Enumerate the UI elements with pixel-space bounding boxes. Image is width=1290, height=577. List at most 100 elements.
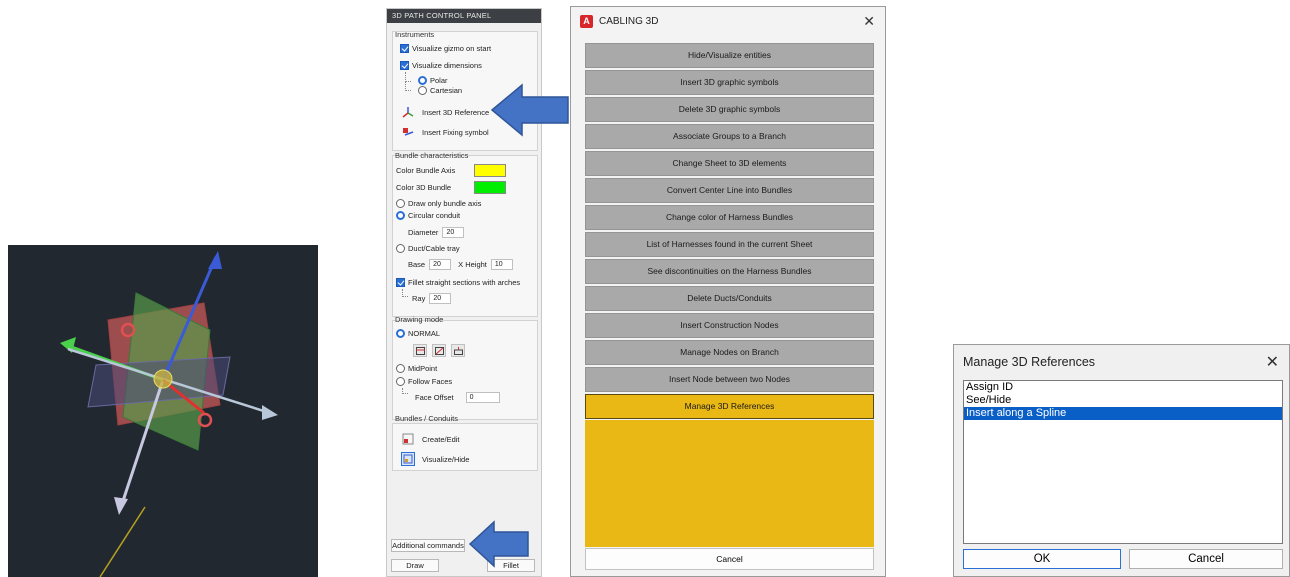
visualize-hide-button[interactable]: Visualize/Hide [401, 452, 469, 466]
command-button[interactable]: Insert Node between two Nodes [585, 367, 874, 392]
face-offset-row: Face Offset 0 [415, 392, 500, 403]
tree-connector [402, 289, 408, 297]
bundles-conduits-title: Bundles / Conduits [395, 414, 458, 423]
base-label: Base [408, 260, 426, 269]
height-label: X Height [458, 260, 487, 269]
selection-highlight-area [585, 420, 874, 547]
checkbox-checked-icon [396, 278, 405, 287]
visualize-dimensions-checkbox[interactable]: Visualize dimensions [400, 61, 482, 70]
command-button[interactable]: Insert 3D graphic symbols [585, 70, 874, 95]
fillet-label: Fillet straight sections with arches [408, 278, 521, 287]
base-input[interactable]: 20 [429, 259, 452, 270]
face-offset-input[interactable]: 0 [465, 392, 500, 403]
base-height-row: Base 20 X Height 10 [408, 259, 513, 270]
command-button[interactable]: See discontinuities on the Harness Bundl… [585, 259, 874, 284]
ray-label: Ray [412, 294, 426, 303]
command-button[interactable]: Delete Ducts/Conduits [585, 286, 874, 311]
duct-cable-tray-radio[interactable]: Duct/Cable tray [396, 244, 460, 253]
command-button[interactable]: Associate Groups to a Branch [585, 124, 874, 149]
radio-unselected-icon [418, 86, 427, 95]
manage-refs-title-bar: Manage 3D References [954, 345, 1289, 379]
3d-viewport[interactable] [8, 245, 318, 577]
create-edit-icon [401, 432, 415, 446]
visualize-gizmo-checkbox[interactable]: Visualize gizmo on start [400, 44, 491, 53]
color-bundle-axis-swatch[interactable] [474, 164, 506, 177]
cancel-button[interactable]: Cancel [1129, 549, 1283, 569]
close-icon[interactable]: ✕ [863, 13, 875, 30]
diameter-input[interactable]: 20 [442, 227, 465, 238]
create-edit-button[interactable]: Create/Edit [401, 432, 460, 446]
diameter-label: Diameter [408, 228, 439, 237]
visualize-hide-icon [401, 452, 415, 466]
tree-connector [402, 388, 408, 394]
command-button[interactable]: Manage Nodes on Branch [585, 340, 874, 365]
radio-selected-icon [396, 211, 405, 220]
list-item[interactable]: See/Hide [964, 394, 1282, 407]
insert-3d-reference-button[interactable]: Insert 3D Reference [401, 105, 489, 119]
cabling-title: CABLING 3D [599, 15, 659, 27]
follow-faces-radio[interactable]: Follow Faces [396, 377, 452, 386]
cabling-3d-dialog: A CABLING 3D ✕ Hide/Visualize entities In… [570, 6, 886, 577]
normal-mode-label: NORMAL [408, 329, 441, 338]
draw-only-axis-radio[interactable]: Draw only bundle axis [396, 199, 481, 208]
ray-row: Ray 20 [412, 293, 452, 304]
height-input[interactable]: 10 [490, 259, 513, 270]
z-arrowhead [208, 251, 222, 269]
insert-fixing-symbol-label: Insert Fixing symbol [422, 127, 489, 137]
command-button[interactable]: Change color of Harness Bundles [585, 205, 874, 230]
list-item[interactable]: Assign ID [964, 381, 1282, 394]
axes-icon [401, 105, 415, 119]
diagonal-tool-icon[interactable] [432, 344, 446, 357]
command-button[interactable]: Manage 3D References [585, 394, 874, 419]
command-button[interactable]: Insert Construction Nodes [585, 313, 874, 338]
ok-button[interactable]: OK [963, 549, 1121, 569]
command-button[interactable]: Hide/Visualize entities [585, 43, 874, 68]
x-arrowhead [262, 405, 278, 420]
cancel-button[interactable]: Cancel [585, 548, 874, 570]
color-3d-bundle-swatch[interactable] [474, 181, 506, 194]
radio-unselected-icon [396, 244, 405, 253]
gizmo-illustration [60, 251, 278, 577]
midpoint-radio[interactable]: MidPoint [396, 364, 437, 373]
center-sphere [153, 369, 173, 389]
app-logo-icon: A [580, 14, 593, 28]
color-bundle-axis-label: Color Bundle Axis [396, 166, 456, 175]
diameter-row: Diameter 20 [408, 227, 465, 238]
level-tool-icon[interactable] [451, 344, 465, 357]
manage-refs-title: Manage 3D References [963, 355, 1096, 369]
list-item[interactable]: Insert along a Spline [964, 407, 1282, 420]
left-arrow-icon [490, 83, 569, 137]
radio-selected-icon [418, 76, 427, 85]
instruments-group-title: Instruments [395, 30, 435, 39]
cartesian-radio[interactable]: Cartesian [418, 86, 462, 95]
command-button[interactable]: Delete 3D graphic symbols [585, 97, 874, 122]
orthogonal-tool-icon[interactable] [413, 344, 427, 357]
bundle-axis-line [99, 506, 146, 577]
insert-fixing-symbol-button[interactable]: Insert Fixing symbol [401, 125, 489, 139]
ray-input[interactable]: 20 [429, 293, 452, 304]
command-button[interactable]: Change Sheet to 3D elements [585, 151, 874, 176]
normal-mode-radio[interactable]: NORMAL [396, 329, 440, 338]
polar-radio[interactable]: Polar [418, 76, 448, 85]
draw-button[interactable]: Draw [391, 559, 439, 572]
reference-options-list: Assign ID See/Hide Insert along a Spline [963, 380, 1283, 544]
tree-connector [405, 81, 411, 91]
checkbox-checked-icon [400, 61, 409, 70]
radio-unselected-icon [396, 377, 405, 386]
checkbox-checked-icon [400, 44, 409, 53]
manage-3d-references-dialog: Manage 3D References ✕ Assign ID See/Hide… [953, 344, 1290, 577]
drawing-mode-title: Drawing mode [395, 315, 444, 324]
visualize-gizmo-label: Visualize gizmo on start [412, 44, 492, 53]
midpoint-label: MidPoint [408, 364, 438, 373]
circular-conduit-radio[interactable]: Circular conduit [396, 211, 460, 220]
command-button[interactable]: List of Harnesses found in the current S… [585, 232, 874, 257]
create-edit-label: Create/Edit [422, 434, 460, 444]
command-button[interactable]: Convert Center Line into Bundles [585, 178, 874, 203]
draw-only-axis-label: Draw only bundle axis [408, 199, 482, 208]
additional-commands-button[interactable]: Additional commands [391, 539, 465, 552]
close-icon[interactable]: ✕ [1266, 352, 1279, 372]
face-offset-label: Face Offset [415, 393, 454, 402]
bundle-group-title: Bundle characteristics [395, 151, 469, 160]
fillet-checkbox[interactable]: Fillet straight sections with arches [396, 278, 520, 287]
cabling-title-bar: A CABLING 3D [571, 7, 885, 35]
